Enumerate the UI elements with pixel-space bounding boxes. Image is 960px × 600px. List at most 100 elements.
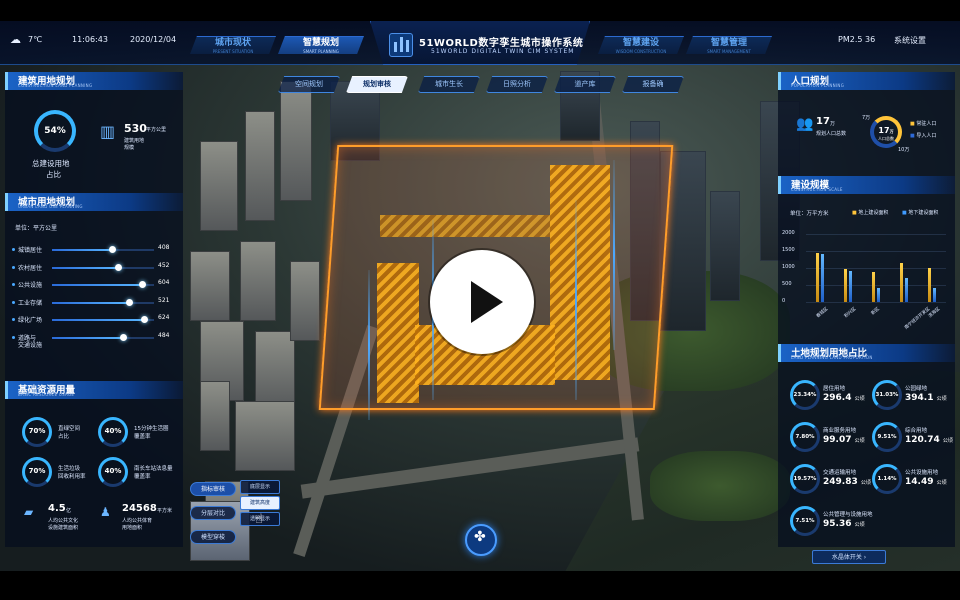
building [255,331,295,411]
urban-row-label: 农村居住 [18,264,43,272]
landprop-label: 商业服务用地 [823,428,857,434]
urban-slider-fill [52,266,119,269]
landprop-value: 99.07 公顷 [823,435,865,445]
population-axis-bottom: 10万 [898,147,910,153]
urban-slider-track[interactable] [52,333,154,341]
stat1-label-2: 设施建筑面积 [48,525,79,531]
beam [613,160,615,350]
crystal-toggle[interactable]: 水晶体开关 › [812,550,886,564]
urban-row-label: 工业存储 [18,299,43,307]
tab-city-status[interactable]: 城市现状 PRESENT SITUATION [190,36,276,54]
x-tick-label: 春城区 [815,306,830,320]
urban-row: 农村居住 452 [8,262,178,274]
podium-highlight [380,215,550,237]
basic-ring: 70% [22,457,52,487]
urban-slider-track[interactable] [52,263,154,271]
stat2-label-2: 用地面积 [122,525,143,531]
park-area [650,451,790,521]
y-tick-label: 500 [782,281,792,287]
building [200,381,230,451]
building [245,111,275,221]
urban-slider-knob[interactable] [138,281,146,288]
bullet-icon [12,265,15,269]
popup-building-height[interactable]: 建筑高度 [240,496,280,510]
y-tick-label: 0 [782,298,786,304]
bar-above [928,268,931,302]
population-total-value: 17 [816,116,830,127]
urban-slider-fill [52,301,129,304]
subnav-filing[interactable]: 报备确 [622,76,684,93]
urban-slider-track[interactable] [52,298,154,306]
building [710,191,740,301]
video-play-button[interactable] [430,250,534,354]
subnav-city-growth[interactable]: 城市生长 [418,76,480,93]
landprop-value: 394.1 公顷 [905,393,947,403]
tab-smart-construction[interactable]: 智慧建设 WISDOM CONSTRUCTION [598,36,684,54]
stat2-value: 24568 [122,503,157,514]
building [290,261,320,341]
system-settings-link[interactable]: 系统设置 [894,35,926,46]
basic-label-2: 覆盖率 [134,474,151,480]
beam [368,270,370,420]
stat1-unit: 亿 [66,508,72,514]
stat1-label-1: 人均公共文化 [48,518,79,524]
subnav-space-planning[interactable]: 空间规划 [278,76,340,93]
urban-slider-fill [52,249,113,251]
landprop-value: 14.49 公顷 [905,477,947,487]
population-panel-header: 人口规划 POPULATION PLANNING [778,72,955,90]
urban-slider-knob[interactable] [115,263,123,271]
tab-smart-planning[interactable]: 智慧规划 SMART PLANNING [278,36,364,54]
x-tick-label: 积兴区 [843,306,858,320]
urban-slider-knob[interactable] [140,316,148,323]
tool-indicator-review[interactable]: 指标审核 [190,482,236,496]
tower-highlight [377,263,419,403]
stat1-value: 4.5 [48,503,66,514]
beam [575,200,577,400]
subnav-planning-review[interactable]: 规划审核 [346,76,408,93]
basic-ring: 40% [98,417,128,447]
scale-unit: 单位：万平方米 [790,211,829,217]
x-tick-label: 新区 [870,306,881,317]
bar-below [905,278,908,302]
urban-slider-knob[interactable] [125,298,133,306]
city-logo-icon [389,33,413,57]
urban-slider-fill [52,319,144,321]
land-area-caption-1: 建筑用地 [124,138,145,144]
urban-row: 工业存储 521 [8,297,178,309]
urban-slider-knob[interactable] [120,333,128,341]
landprop-ring: 31.03% [872,380,902,410]
urban-slider-fill [52,336,124,339]
popup-base-display[interactable]: 底层显示 [240,480,280,494]
subnav-sunlight-analysis[interactable]: 日照分析 [486,76,548,93]
tool-model-shuttle[interactable]: 模型穿梭 [190,530,236,544]
landprop-label: 公园绿地 [905,386,928,392]
building [235,401,295,471]
grid-line [806,285,946,286]
landprop-ring: 7.80% [790,422,820,452]
land-area-value: 530 [124,122,147,135]
landprop-label: 公共设施用地 [905,470,939,476]
building [200,141,238,231]
land-percent-ring: 54% [34,110,76,152]
urban-slider-track[interactable] [52,246,154,253]
legend-resident: ■ 常驻人口 [910,121,937,127]
urban-slider-track[interactable] [52,316,154,323]
subnav-asset-library[interactable]: 道产库 [554,76,616,93]
urban-slider-track[interactable] [52,281,154,288]
tool-layer-compare[interactable]: 分层对比 [190,506,236,520]
clock-date: 2020/12/04 [130,35,177,44]
tower-highlight [550,165,610,380]
center-menu-button[interactable]: ✤ [465,524,497,556]
tab-smart-management[interactable]: 智慧管理 SMART MANAGEMENT [686,36,772,54]
landprop-ring: 23.34% [790,380,820,410]
urban-row-label-2: 交通设施 [18,341,43,349]
basic-label-1: 南长车站法息量 [134,466,173,472]
land-area-caption-2: 规模 [124,145,135,151]
grid-line [806,251,946,252]
population-total-caption: 规划人口总数 [816,131,847,137]
landprop-ring: 19.57% [790,464,820,494]
urban-row-value: 604 [158,279,170,286]
urban-panel-header: 城市用地规划 URBAN LAND USE PLANNING [5,193,183,211]
urban-slider-knob[interactable] [109,246,117,253]
land-caption-2: 占比 [46,170,61,179]
